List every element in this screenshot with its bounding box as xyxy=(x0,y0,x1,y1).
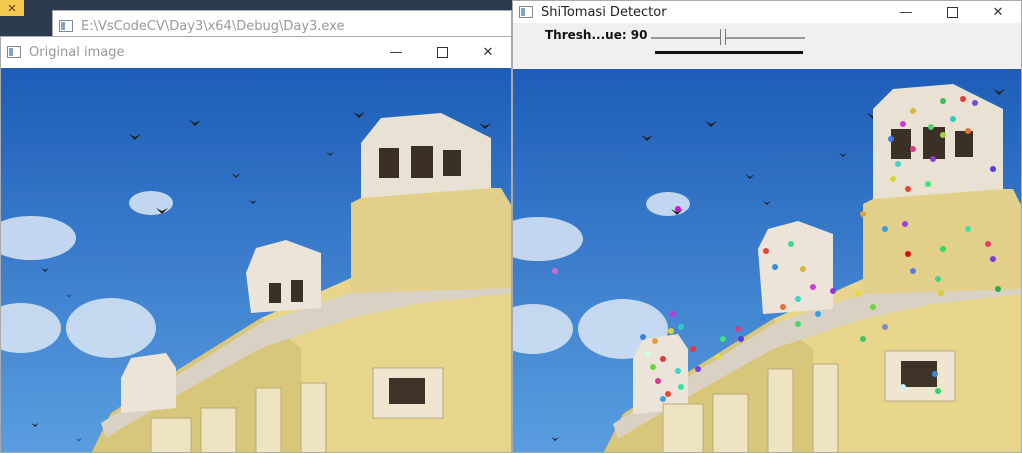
detector-title: ShiTomasi Detector xyxy=(541,4,667,20)
original-image-window[interactable]: Original image — ✕ xyxy=(0,36,512,453)
detector-titlebar[interactable]: ShiTomasi Detector — ✕ xyxy=(513,1,1021,23)
minimize-button[interactable]: — xyxy=(373,37,419,67)
photo-canvas-left xyxy=(1,68,511,452)
tower-arch xyxy=(443,150,461,176)
close-icon: ✕ xyxy=(7,1,17,15)
trackbar-thumb[interactable] xyxy=(720,29,726,45)
trackbar-track[interactable] xyxy=(651,37,805,39)
detector-photo xyxy=(513,69,1021,452)
trackbar-label: Thresh...ue: 90 xyxy=(545,28,648,42)
tower-arch xyxy=(411,146,433,178)
tower-arch xyxy=(379,148,399,178)
app-icon xyxy=(519,6,533,18)
maximize-button[interactable] xyxy=(419,37,465,67)
close-icon: ✕ xyxy=(482,44,494,60)
close-button[interactable]: ✕ xyxy=(465,37,511,67)
app-icon xyxy=(59,20,73,32)
cupola-left xyxy=(121,353,176,413)
original-title: Original image xyxy=(29,44,125,60)
cupola-middle xyxy=(246,240,321,313)
detector-window[interactable]: ShiTomasi Detector — ✕ Thresh...ue: 90 xyxy=(512,0,1022,453)
tower-body xyxy=(351,188,511,293)
maximize-icon xyxy=(436,46,448,58)
close-button[interactable]: ✕ xyxy=(975,1,1021,23)
original-photo xyxy=(1,68,511,452)
close-icon: ✕ xyxy=(992,4,1004,20)
maximize-button[interactable] xyxy=(929,1,975,23)
trackbar-panel: Thresh...ue: 90 xyxy=(513,23,1021,69)
trackbar-underline xyxy=(655,51,803,54)
maximize-icon xyxy=(946,6,958,18)
photo-canvas-right xyxy=(513,69,1021,452)
close-tab-button[interactable]: ✕ xyxy=(0,0,24,16)
minimize-button[interactable]: — xyxy=(883,1,929,23)
minimize-icon: — xyxy=(899,4,913,20)
console-title: E:\VsCodeCV\Day3\x64\Debug\Day3.exe xyxy=(81,18,345,34)
app-icon xyxy=(7,46,21,58)
original-titlebar[interactable]: Original image — ✕ xyxy=(1,37,511,67)
window-pane xyxy=(389,378,425,404)
minimize-icon: — xyxy=(389,44,403,60)
